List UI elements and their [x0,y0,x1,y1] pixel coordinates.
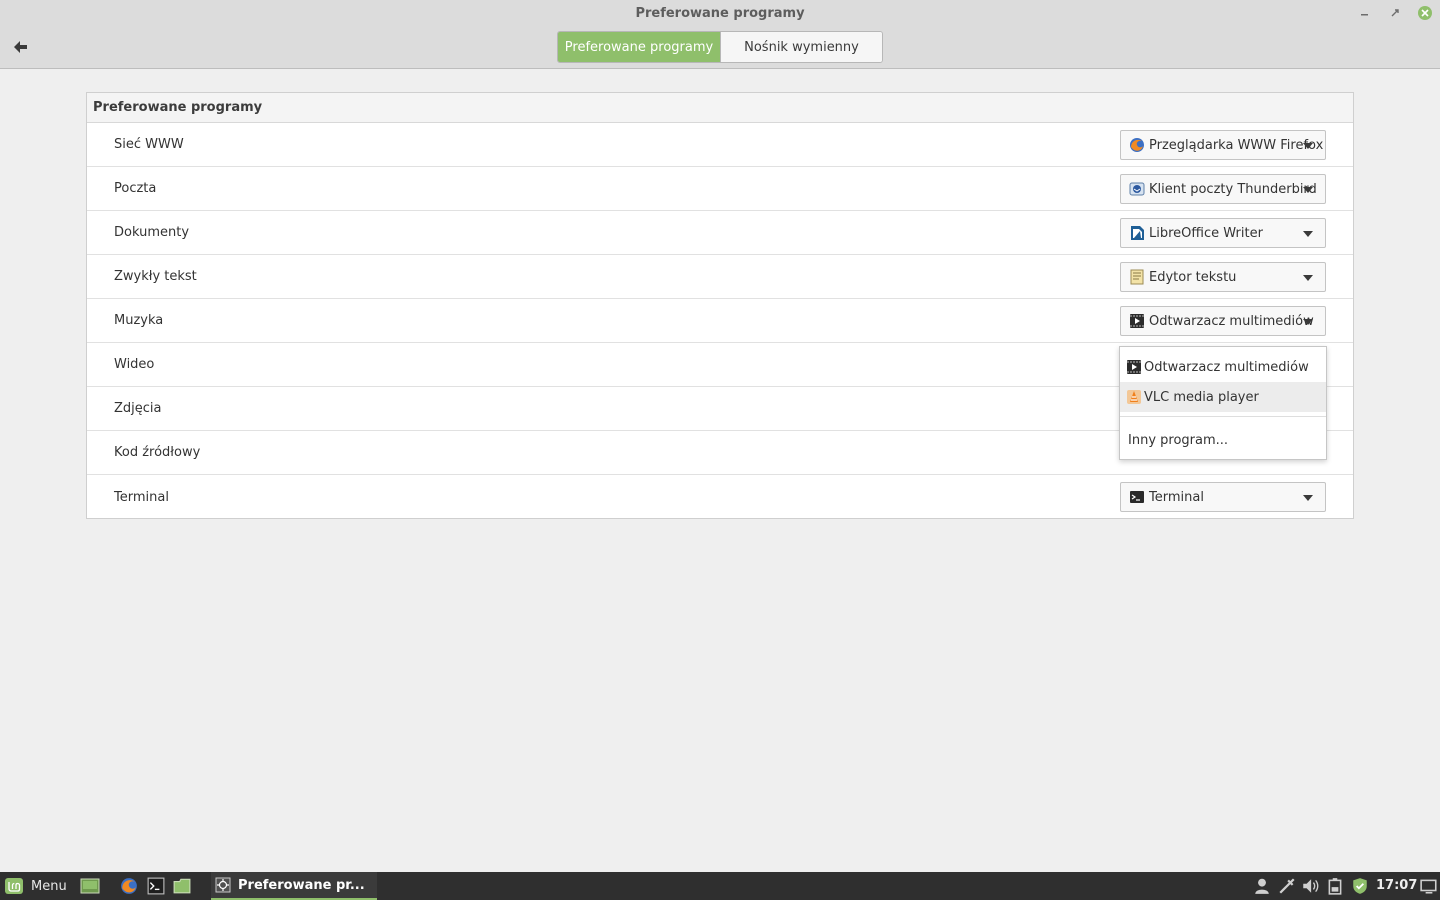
settings-row-documents: Dokumenty LibreOffice Writer [87,211,1353,255]
music-combo[interactable]: Odtwarzacz multimediów [1120,306,1326,336]
dropdown-item-other-program[interactable]: Inny program... [1120,425,1326,455]
minimize-button[interactable] [1357,5,1373,21]
mail-client-combo[interactable]: Klient poczty Thunderbird [1120,174,1326,204]
combo-value: LibreOffice Writer [1149,225,1263,241]
dropdown-item-vlc[interactable]: VLC media player [1120,382,1326,412]
chevron-down-icon [1303,143,1313,149]
row-label: Wideo [114,357,155,372]
dropdown-item-label: Inny program... [1128,432,1229,448]
row-label: Poczta [114,181,157,196]
update-shield-icon[interactable] [1351,877,1369,895]
dropdown-item-label: Odtwarzacz multimediów [1144,359,1309,375]
chevron-down-icon [1303,187,1313,193]
header-bar: Preferowane programy Preferowane program… [0,0,1440,69]
back-button[interactable] [8,36,34,58]
dropdown-item-label: VLC media player [1144,389,1259,405]
vlc-icon [1127,390,1141,404]
row-label: Sieć WWW [114,137,184,152]
settings-row-music: Muzyka Odtwarzacz multimediów [87,299,1353,343]
preferred-applications-icon [215,877,231,893]
combo-value: Edytor tekstu [1149,269,1237,285]
chevron-down-icon [1303,319,1313,325]
row-label: Zdjęcia [114,401,162,416]
dropdown-item-media-player[interactable]: Odtwarzacz multimediów [1120,352,1326,382]
chevron-down-icon [1303,495,1313,501]
dropdown-separator [1120,416,1326,417]
user-icon[interactable] [1253,877,1271,895]
settings-row-web: Sieć WWW Przeglądarka WWW Firefox [87,123,1353,167]
tab-preferred-applications[interactable]: Preferowane programy [558,32,720,62]
taskbar: Menu Preferowane pr... 17:07 [0,872,1440,900]
chevron-down-icon [1303,275,1313,281]
media-player-icon [1130,314,1144,328]
row-label: Zwykły tekst [114,269,197,284]
start-menu-button[interactable]: Menu [4,877,67,895]
web-browser-combo[interactable]: Przeglądarka WWW Firefox [1120,130,1326,160]
battery-icon[interactable] [1326,877,1344,895]
settings-row-plain-text: Zwykły tekst Edytor tekstu [87,255,1353,299]
row-label: Dokumenty [114,225,190,240]
mint-logo-icon [5,878,23,894]
start-menu-label: Menu [31,878,67,894]
close-icon [1418,6,1432,20]
combo-value: Odtwarzacz multimediów [1149,313,1314,329]
firefox-icon [1130,138,1144,152]
settings-row-mail: Poczta Klient poczty Thunderbird [87,167,1353,211]
taskbar-window-preferred-applications[interactable]: Preferowane pr... [211,872,377,900]
combo-value: Przeglądarka WWW Firefox [1149,137,1324,153]
back-arrow-icon [14,41,27,53]
tab-removable-media[interactable]: Nośnik wymienny [720,32,882,62]
terminal-launcher-icon[interactable] [147,877,165,895]
row-label: Kod źródłowy [114,445,201,460]
video-player-dropdown: Odtwarzacz multimediów VLC media player … [1119,346,1327,460]
files-launcher-icon[interactable] [173,877,191,895]
taskbar-window-label: Preferowane pr... [238,877,365,893]
firefox-launcher-icon[interactable] [120,877,138,895]
close-button[interactable] [1417,5,1433,21]
combo-value: Terminal [1149,489,1204,505]
plain-text-combo[interactable]: Edytor tekstu [1120,262,1326,292]
media-player-icon [1127,360,1141,374]
documents-combo[interactable]: LibreOffice Writer [1120,218,1326,248]
workspace-switcher-icon[interactable] [1420,877,1438,895]
libreoffice-writer-icon [1131,226,1144,240]
window-title: Preferowane programy [635,6,805,21]
terminal-icon [1130,491,1144,503]
combo-value: Klient poczty Thunderbird [1149,181,1317,197]
tab-bar: Preferowane programy Nośnik wymienny [557,31,883,63]
row-label: Terminal [114,489,169,505]
network-icon[interactable] [1278,877,1296,895]
text-editor-icon [1130,269,1144,285]
clock[interactable]: 17:07 [1376,878,1417,893]
maximize-button[interactable] [1387,5,1403,21]
show-desktop-icon[interactable] [80,877,100,895]
volume-icon[interactable] [1301,877,1319,895]
minimize-icon [1361,14,1368,16]
panel-title: Preferowane programy [87,93,1353,123]
thunderbird-icon [1129,182,1145,196]
chevron-down-icon [1303,231,1313,237]
row-label: Muzyka [114,313,164,328]
settings-row-terminal: Terminal Terminal [87,475,1353,519]
terminal-combo[interactable]: Terminal [1120,482,1326,512]
maximize-icon [1391,9,1399,17]
